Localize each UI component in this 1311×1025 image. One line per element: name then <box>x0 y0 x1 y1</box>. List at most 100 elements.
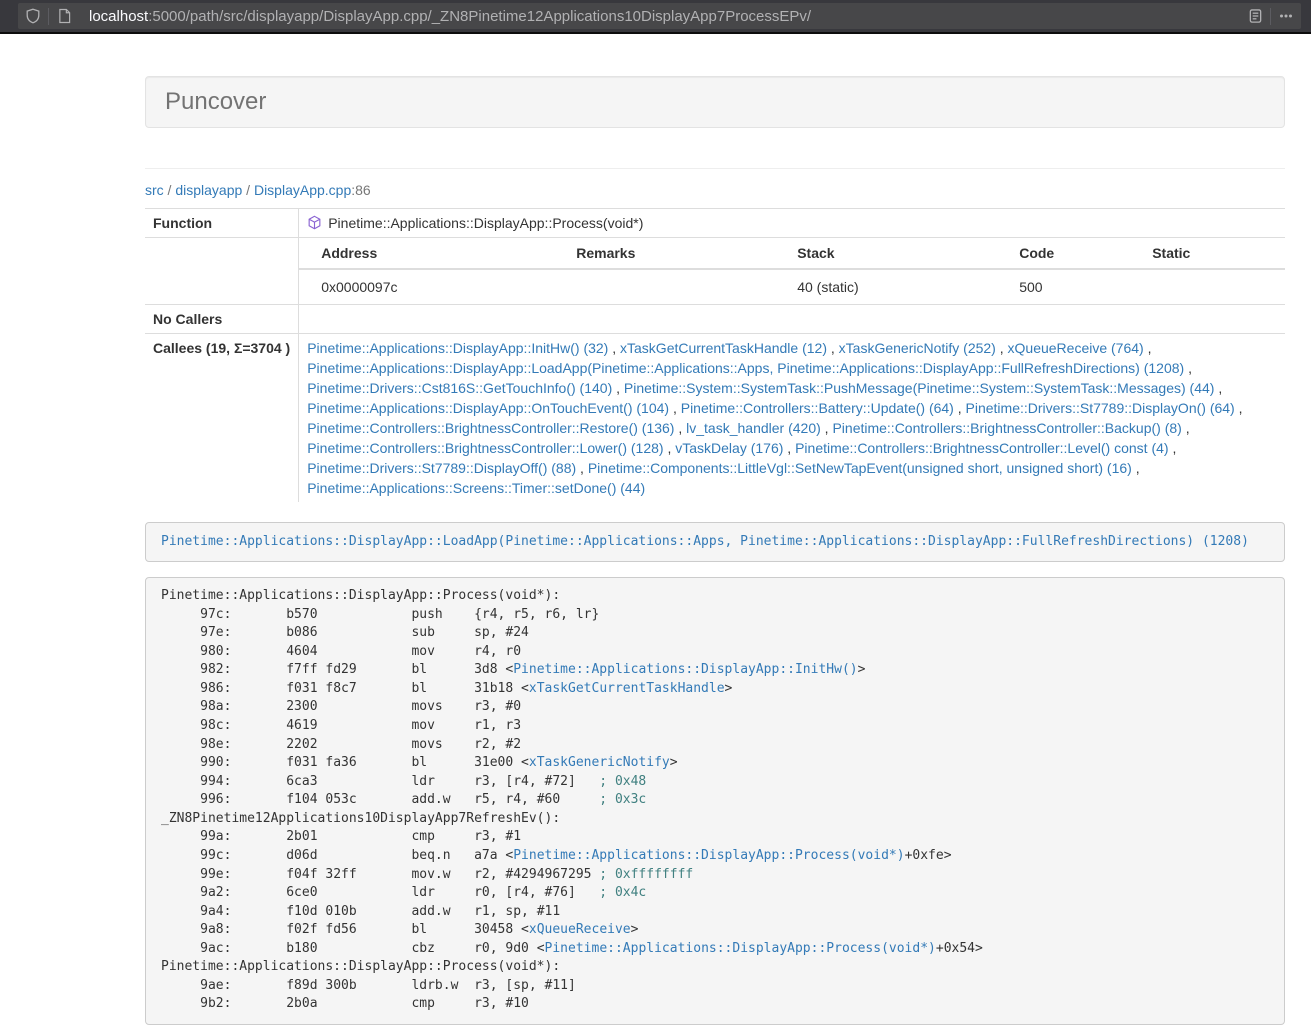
callee-separator: , <box>674 420 686 436</box>
callee-link[interactable]: lv_task_handler (420) <box>686 420 821 436</box>
asm-text: +0xfe> <box>905 848 952 863</box>
asm-symbol-link[interactable]: Pinetime::Applications::DisplayApp::Init… <box>513 662 857 677</box>
table-row-callees: Callees (19, Σ=3704 ) Pinetime::Applicat… <box>145 334 1285 503</box>
function-name: Pinetime::Applications::DisplayApp::Proc… <box>328 215 643 231</box>
asm-text: Pinetime::Applications::DisplayApp::Proc… <box>161 588 560 603</box>
breadcrumb-link[interactable]: src <box>145 182 164 198</box>
asm-text: > <box>725 681 733 696</box>
package-icon <box>307 215 322 230</box>
divider <box>145 168 1285 169</box>
asm-text: Pinetime::Applications::DisplayApp::Proc… <box>161 959 560 974</box>
callee-link[interactable]: Pinetime::Controllers::Battery::Update()… <box>681 400 954 416</box>
metrics-header-row: Address Remarks Stack Code Static <box>299 238 1285 269</box>
callee-link[interactable]: Pinetime::Drivers::Cst816S::GetTouchInfo… <box>307 380 612 396</box>
callee-separator: , <box>1169 440 1177 456</box>
callees-label: Callees (19, Σ=3704 ) <box>145 334 299 503</box>
callee-separator: , <box>608 340 620 356</box>
asm-text: 986: f031 f8c7 bl 31b18 < <box>161 681 529 696</box>
callee-link[interactable]: Pinetime::Controllers::BrightnessControl… <box>307 420 674 436</box>
asm-symbol-link[interactable]: Pinetime::Applications::DisplayApp::Proc… <box>545 941 936 956</box>
callee-separator: , <box>827 340 839 356</box>
breadcrumb-link[interactable]: DisplayApp.cpp <box>254 182 351 198</box>
breadcrumb-separator: / <box>242 182 254 198</box>
column-stack: Stack <box>775 238 997 269</box>
no-callers-cell <box>299 305 1285 334</box>
asm-text: 98a: 2300 movs r3, #0 <box>161 699 521 714</box>
callee-separator: , <box>576 460 588 476</box>
empty-label <box>145 238 299 305</box>
callee-link[interactable]: Pinetime::Controllers::BrightnessControl… <box>795 440 1168 456</box>
callee-link[interactable]: Pinetime::Controllers::BrightnessControl… <box>307 440 663 456</box>
callee-link[interactable]: xTaskGetCurrentTaskHandle (12) <box>620 340 827 356</box>
asm-text: 980: 4604 mov r4, r0 <box>161 644 521 659</box>
callee-link[interactable]: vTaskDelay (176) <box>675 440 783 456</box>
asm-text: > <box>858 662 866 677</box>
callee-link[interactable]: Pinetime::Drivers::St7789::DisplayOn() (… <box>966 400 1235 416</box>
function-name-cell: Pinetime::Applications::DisplayApp::Proc… <box>299 209 1285 238</box>
function-label: Function <box>145 209 299 238</box>
highlighted-callee-link[interactable]: Pinetime::Applications::DisplayApp::Load… <box>161 534 1249 549</box>
callee-separator: , <box>1182 420 1190 436</box>
metrics-data-row: 0x0000097c 40 (static) 500 <box>299 269 1285 304</box>
asm-text: 98e: 2202 movs r2, #2 <box>161 737 521 752</box>
asm-symbol-link[interactable]: Pinetime::Applications::DisplayApp::Proc… <box>513 848 904 863</box>
asm-text: > <box>670 755 678 770</box>
asm-text: 99e: f04f 32ff mov.w r2, #4294967295 <box>161 867 599 882</box>
asm-text: 9a4: f10d 010b add.w r1, sp, #11 <box>161 904 560 919</box>
address-value: 0x0000097c <box>299 269 554 304</box>
asm-text: 9ac: b180 cbz r0, 9d0 < <box>161 941 545 956</box>
remarks-value <box>554 269 775 304</box>
asm-text: 9a2: 6ce0 ldr r0, [r4, #76] <box>161 885 599 900</box>
asm-text: 9ae: f89d 300b ldrb.w r3, [sp, #11] <box>161 978 576 993</box>
callee-separator: , <box>664 440 676 456</box>
page-info-icon[interactable] <box>49 3 79 29</box>
callee-link[interactable]: Pinetime::Drivers::St7789::DisplayOff() … <box>307 460 576 476</box>
stack-value: 40 (static) <box>775 269 997 304</box>
asm-comment: ; 0x4c <box>599 885 646 900</box>
asm-symbol-link[interactable]: xTaskGenericNotify <box>529 755 670 770</box>
callee-link[interactable]: Pinetime::System::SystemTask::PushMessag… <box>624 380 1215 396</box>
callee-link[interactable]: Pinetime::Applications::DisplayApp::Init… <box>307 340 608 356</box>
highlighted-callee-box: Pinetime::Applications::DisplayApp::Load… <box>145 522 1285 562</box>
asm-symbol-link[interactable]: xTaskGetCurrentTaskHandle <box>529 681 725 696</box>
reader-view-icon[interactable] <box>1240 3 1270 29</box>
asm-text: 98c: 4619 mov r1, r3 <box>161 718 521 733</box>
column-code: Code <box>997 238 1130 269</box>
asm-text: 99c: d06d beq.n a7a < <box>161 848 513 863</box>
column-address: Address <box>299 238 554 269</box>
breadcrumb-link[interactable]: displayapp <box>175 182 242 198</box>
table-row-no-callers: No Callers <box>145 305 1285 334</box>
asm-text: 9b2: 2b0a cmp r3, #10 <box>161 996 529 1011</box>
callee-separator: , <box>669 400 681 416</box>
column-remarks: Remarks <box>554 238 775 269</box>
asm-text: 990: f031 fa36 bl 31e00 < <box>161 755 529 770</box>
asm-symbol-link[interactable]: xQueueReceive <box>529 922 631 937</box>
asm-comment: ; 0x3c <box>599 792 646 807</box>
callee-separator: , <box>1184 360 1192 376</box>
callee-link[interactable]: xTaskGenericNotify (252) <box>839 340 996 356</box>
page-actions-ellipsis-icon[interactable] <box>1271 3 1301 29</box>
callee-link[interactable]: xQueueReceive (764) <box>1008 340 1144 356</box>
callee-separator: , <box>783 440 795 456</box>
callee-link[interactable]: Pinetime::Components::LittleVgl::SetNewT… <box>588 460 1132 476</box>
page-title: Puncover <box>165 87 1265 117</box>
callee-link[interactable]: Pinetime::Applications::DisplayApp::Load… <box>307 360 1184 376</box>
page-content: Puncover src / displayapp / DisplayApp.c… <box>145 34 1285 1025</box>
url-path: :5000/path/src/displayapp/DisplayApp.cpp… <box>148 8 811 25</box>
tracking-protection-shield-icon[interactable] <box>18 3 48 29</box>
url-text[interactable]: localhost:5000/path/src/displayapp/Displ… <box>89 8 1240 25</box>
metrics-cell: Address Remarks Stack Code Static 0x0000… <box>299 238 1285 305</box>
asm-text: 996: f104 053c add.w r5, r4, #60 <box>161 792 599 807</box>
callee-link[interactable]: Pinetime::Applications::Screens::Timer::… <box>307 480 645 496</box>
breadcrumb-separator: / <box>164 182 176 198</box>
asm-text: 97c: b570 push {r4, r5, r6, lr} <box>161 607 599 622</box>
asm-comment: ; 0xffffffff <box>599 867 693 882</box>
callee-link[interactable]: Pinetime::Controllers::BrightnessControl… <box>832 420 1181 436</box>
function-table: Function Pinetime::Applications::Display… <box>145 208 1285 502</box>
callee-link[interactable]: Pinetime::Applications::DisplayApp::OnTo… <box>307 400 669 416</box>
callees-cell: Pinetime::Applications::DisplayApp::Init… <box>299 334 1285 503</box>
url-bar[interactable]: localhost:5000/path/src/displayapp/Displ… <box>18 3 1301 29</box>
callee-separator: , <box>1235 400 1243 416</box>
breadcrumb: src / displayapp / DisplayApp.cpp:86 <box>145 180 1285 200</box>
table-row-metrics: Address Remarks Stack Code Static 0x0000… <box>145 238 1285 305</box>
